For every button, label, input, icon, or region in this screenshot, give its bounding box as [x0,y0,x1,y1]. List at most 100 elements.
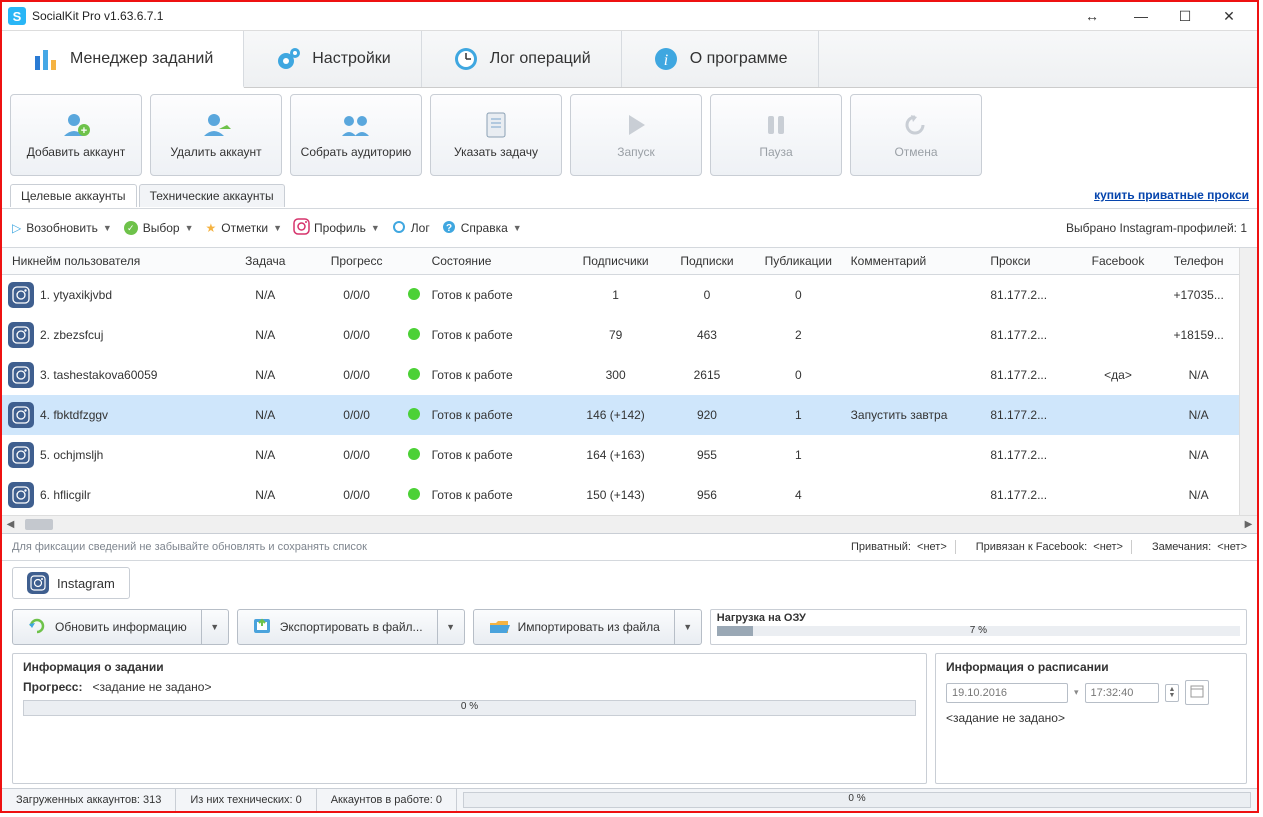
col-facebook[interactable]: Facebook [1078,248,1159,275]
cell-comment [847,275,987,316]
table-row[interactable]: 4. fbktdfzggvN/A0/0/0Готов к работе146 (… [2,395,1239,435]
col-nickname[interactable]: Никнейм пользователя [2,248,217,275]
cell-task: N/A [217,315,314,355]
col-progress[interactable]: Прогресс [314,248,400,275]
table-row[interactable]: 5. ochjmsljhN/A0/0/0Готов к работе164 (+… [2,435,1239,475]
play-small-icon: ▷ [12,221,21,235]
subtab-tech-accounts[interactable]: Технические аккаунты [139,184,285,207]
pause-button[interactable]: Пауза [710,94,842,176]
cell-progress: 0/0/0 [314,315,400,355]
help-menu[interactable]: ?Справка▼ [442,220,522,237]
app-icon: S [8,7,26,25]
cell-facebook [1078,475,1159,515]
schedule-info-panel: Информация о расписании ▾ ▲▼ <задание не… [935,653,1247,784]
account-subtabs: Целевые аккаунты Технические аккаунты ку… [2,182,1257,208]
task-panel-header: Информация о задании [23,660,916,674]
accounts-table: Никнейм пользователя Задача Прогресс Сос… [2,248,1257,534]
col-following[interactable]: Подписки [664,248,750,275]
time-spinner[interactable]: ▲▼ [1165,684,1180,702]
cell-followers: 79 [567,315,664,355]
schedule-date-input[interactable] [946,683,1068,703]
cell-proxy: 81.177.2... [986,475,1077,515]
table-row[interactable]: 2. zbezsfcujN/A0/0/0Готов к работе794632… [2,315,1239,355]
cell-proxy: 81.177.2... [986,395,1077,435]
chevron-down-icon[interactable]: ▼ [201,610,228,644]
tab-log[interactable]: Лог операций [422,31,622,87]
ram-panel: Нагрузка на ОЗУ 7 % [710,609,1247,645]
col-state[interactable]: Состояние [428,248,568,275]
horizontal-scrollbar[interactable]: ◀▶ [2,515,1257,533]
calendar-button[interactable] [1185,680,1209,705]
col-proxy[interactable]: Прокси [986,248,1077,275]
svg-text:?: ? [446,223,452,234]
resume-menu[interactable]: ▷Возобновить▼ [12,221,112,235]
cancel-button[interactable]: Отмена [850,94,982,176]
cell-followers: 150 (+143) [567,475,664,515]
marks-menu[interactable]: ★Отметки▼ [206,221,283,235]
refresh-info-button[interactable]: Обновить информацию ▼ [12,609,229,645]
instagram-icon [8,402,34,428]
vertical-scrollbar[interactable] [1239,248,1257,515]
cell-followers: 146 (+142) [567,395,664,435]
tab-settings[interactable]: Настройки [244,31,421,87]
set-task-button[interactable]: Указать задачу [430,94,562,176]
close-button[interactable]: ✕ [1207,2,1251,30]
subtab-target-accounts[interactable]: Целевые аккаунты [10,184,137,207]
col-task[interactable]: Задача [217,248,314,275]
cell-comment [847,475,987,515]
cell-task: N/A [217,355,314,395]
cell-comment: Запустить завтра [847,395,987,435]
cell-comment [847,355,987,395]
delete-account-button[interactable]: Удалить аккаунт [150,94,282,176]
cell-facebook [1078,275,1159,316]
buy-proxy-link[interactable]: купить приватные прокси [1094,188,1249,202]
tab-label: Настройки [312,50,390,68]
calendar-dropdown-icon[interactable]: ▾ [1074,687,1079,698]
add-account-button[interactable]: + Добавить аккаунт [10,94,142,176]
start-button[interactable]: Запуск [570,94,702,176]
user-delete-icon [200,111,232,139]
cell-proxy: 81.177.2... [986,355,1077,395]
minimize-button[interactable]: — [1119,2,1163,30]
tab-task-manager[interactable]: Менеджер заданий [2,31,244,88]
cell-comment [847,435,987,475]
cell-following: 2615 [664,355,750,395]
cell-progress: 0/0/0 [314,275,400,316]
table-row[interactable]: 1. ytyaxikjvbdN/A0/0/0Готов к работе1008… [2,275,1239,316]
cell-phone: +17035... [1158,275,1239,316]
tab-instagram[interactable]: Instagram [12,567,130,599]
export-button[interactable]: Экспортировать в файл... ▼ [237,609,465,645]
status-dot-icon [408,328,420,340]
maximize-button[interactable]: ☐ [1163,2,1207,30]
status-dot-icon [408,408,420,420]
table-header: Никнейм пользователя Задача Прогресс Сос… [2,248,1239,275]
button-label: Собрать аудиторию [301,145,412,159]
col-followers[interactable]: Подписчики [567,248,664,275]
log-menu[interactable]: Лог [392,220,430,237]
instagram-icon [27,572,49,594]
select-menu[interactable]: ✓Выбор▼ [124,221,194,235]
tab-label: О программе [690,50,788,68]
resize-horizontal-icon[interactable]: ↔ [1085,8,1099,24]
window-title: SocialKit Pro v1.63.6.7.1 [32,9,163,23]
table-row[interactable]: 3. tashestakova60059N/A0/0/0Готов к рабо… [2,355,1239,395]
instagram-icon [8,482,34,508]
schedule-time-input[interactable] [1085,683,1159,703]
col-posts[interactable]: Публикации [750,248,847,275]
star-icon: ★ [206,221,217,235]
table-row[interactable]: 6. hflicgilrN/A0/0/0Готов к работе150 (+… [2,475,1239,515]
instagram-small-icon [294,219,309,237]
instagram-icon [8,322,34,348]
info-icon: i [652,45,680,73]
bars-icon [32,45,60,73]
collect-audience-button[interactable]: Собрать аудиторию [290,94,422,176]
tab-about[interactable]: i О программе [622,31,819,87]
col-comment[interactable]: Комментарий [847,248,987,275]
cell-following: 956 [664,475,750,515]
cell-progress: 0/0/0 [314,435,400,475]
chevron-down-icon[interactable]: ▼ [437,610,464,644]
col-phone[interactable]: Телефон [1158,248,1239,275]
chevron-down-icon[interactable]: ▼ [674,610,701,644]
profile-menu[interactable]: Профиль▼ [294,219,380,237]
import-button[interactable]: Импортировать из файла ▼ [473,609,702,645]
